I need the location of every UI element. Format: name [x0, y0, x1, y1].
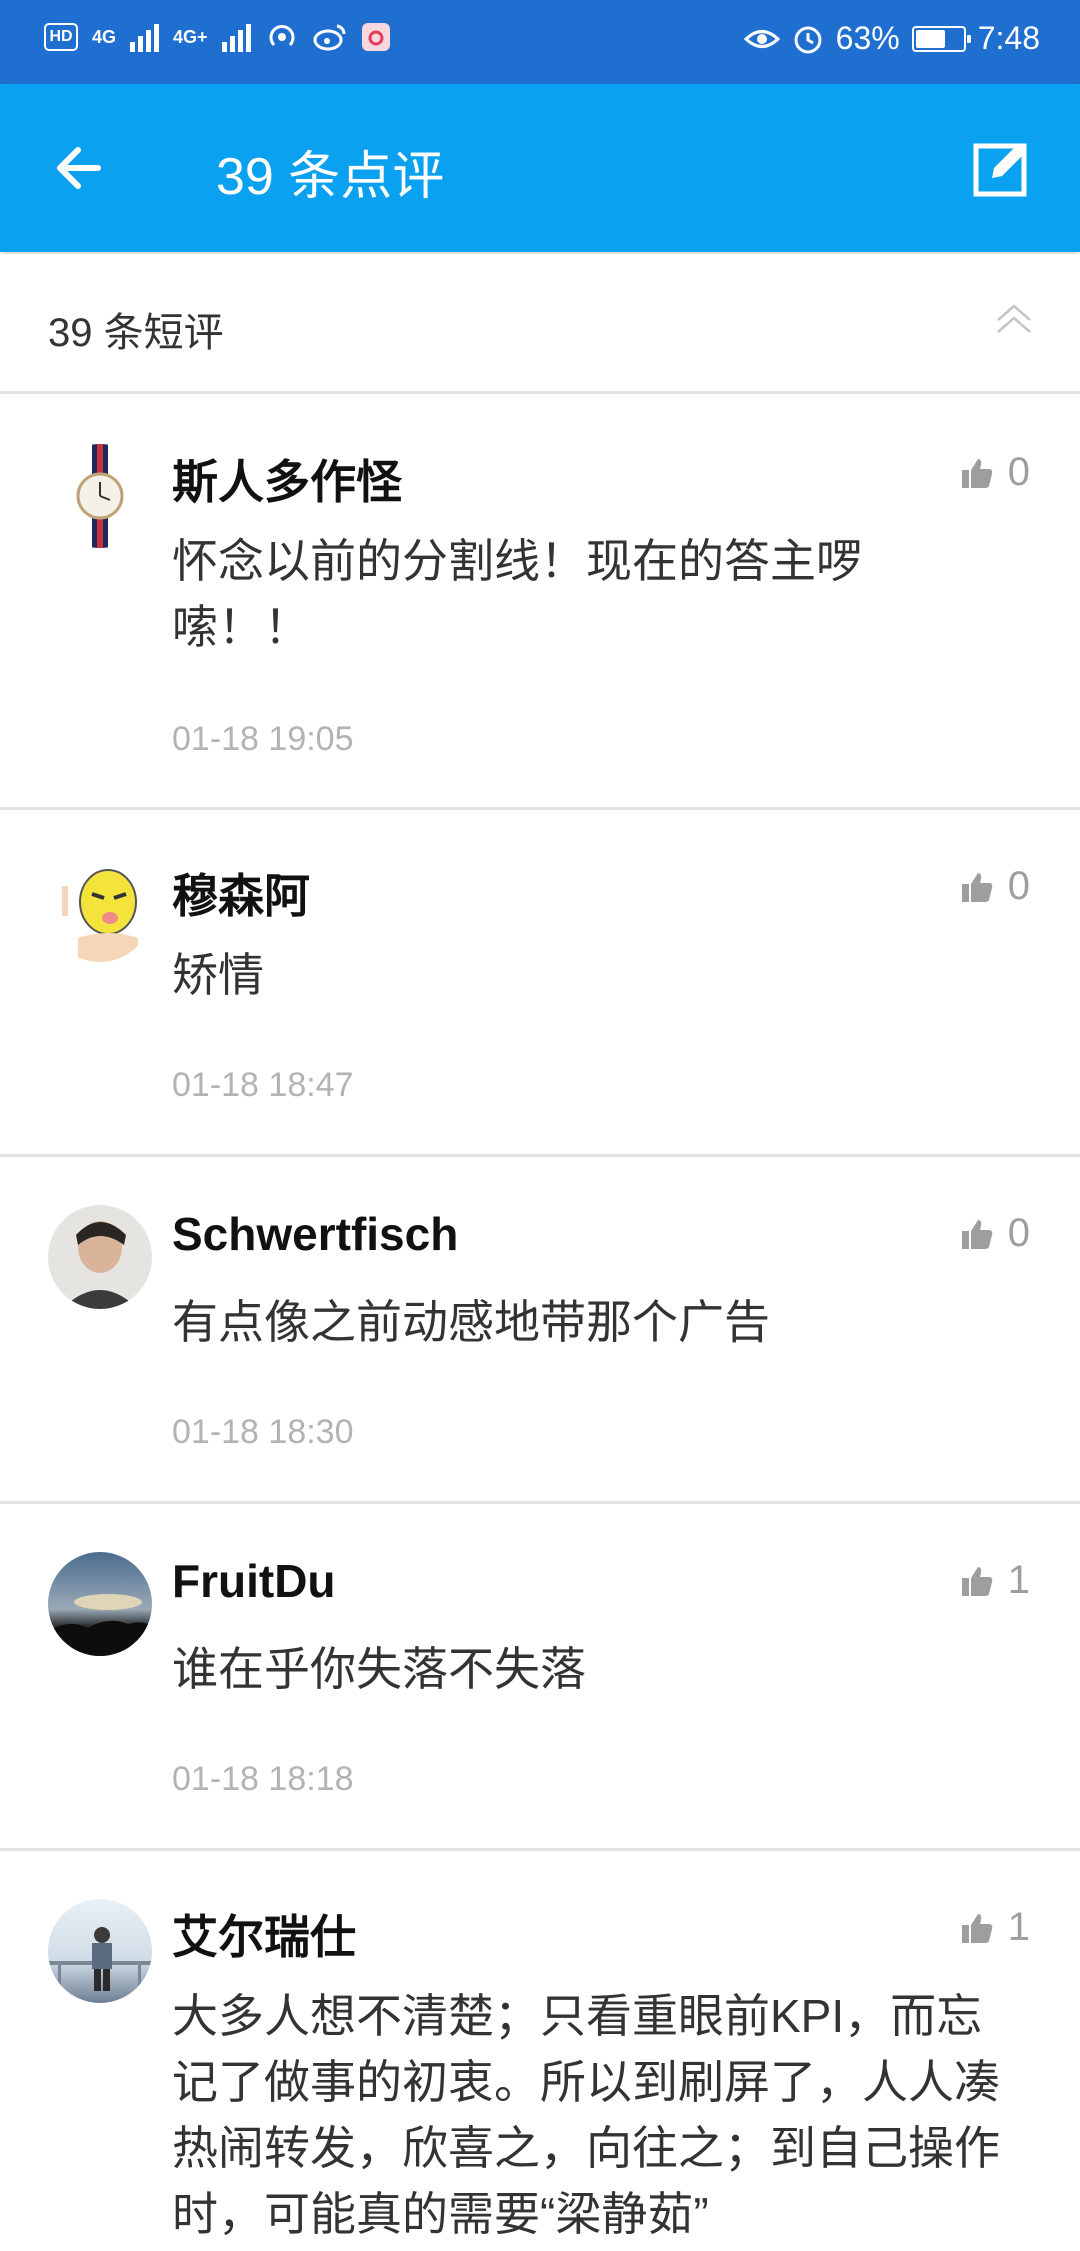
comment-time: 01-18 18:18: [172, 1760, 354, 1798]
eye-icon: [743, 29, 780, 48]
like-button[interactable]: 0: [960, 1211, 1030, 1256]
commenter-name[interactable]: FruitDu: [172, 1554, 336, 1608]
comment-time: 01-18 18:47: [172, 1066, 354, 1104]
write-review-button[interactable]: [970, 136, 1034, 200]
page-title: 39 条点评: [216, 148, 445, 206]
battery-icon: [911, 25, 971, 52]
commenter-name[interactable]: 斯人多作怪: [172, 446, 402, 512]
app-bar: 39 条点评: [0, 84, 1080, 252]
like-count: 0: [1007, 1211, 1030, 1255]
like-button[interactable]: 1: [960, 1905, 1030, 1950]
thumbs-up-icon: [961, 458, 992, 488]
edit-icon: [973, 143, 1027, 197]
commenter-name[interactable]: 穆森阿: [172, 860, 310, 926]
like-button[interactable]: 1: [960, 1558, 1030, 1603]
comment-text: 怀念以前的分割线！现在的答主啰嗦！！: [172, 535, 862, 653]
avatar[interactable]: [48, 1205, 152, 1309]
like-count: 1: [1007, 1558, 1030, 1602]
list-item: Schwertfisch 0 有点像之前动感地带那个广告 01-18 18:30: [0, 1157, 1080, 1504]
avatar[interactable]: [48, 1552, 152, 1656]
list-item: 艾尔瑞仕 1 大多人想不清楚；只看重眼前KPI，而忘记了做事的初衷。所以到刷屏了…: [0, 1851, 1080, 2251]
status-bar: HD 4G 4G+ 63% 7:48: [0, 0, 1080, 84]
like-button[interactable]: 0: [960, 450, 1030, 495]
hd-icon: HD: [44, 23, 78, 51]
comment-text: 谁在乎你失落不失落: [172, 1643, 586, 1695]
hotspot-icon: [269, 25, 295, 47]
arrow-left-icon: [57, 147, 101, 189]
weibo-icon: [313, 24, 346, 51]
like-button[interactable]: 0: [960, 864, 1030, 909]
status-right: 63% 7:48: [743, 20, 1040, 57]
comment-text: 矫情: [172, 949, 264, 1001]
commenter-name[interactable]: Schwertfisch: [172, 1207, 458, 1261]
short-review-header[interactable]: 39 条短评: [0, 254, 1080, 394]
thumbs-up-icon: [961, 1566, 992, 1596]
network-type-1: 4G: [92, 26, 117, 47]
avatar[interactable]: [48, 444, 152, 548]
signal-icon: [130, 22, 160, 52]
back-button[interactable]: [48, 136, 112, 200]
thumbs-up-icon: [961, 1219, 992, 1249]
network-type-2: 4G+: [173, 26, 208, 47]
comment-time: 01-18 18:30: [172, 1413, 354, 1451]
list-item: 斯人多作怪 0 怀念以前的分割线！现在的答主啰嗦！！ 01-18 19:05: [0, 396, 1080, 810]
status-left: HD 4G 4G+: [44, 20, 391, 54]
short-review-count: 39 条短评: [48, 311, 224, 355]
comment-text: 大多人想不清楚；只看重眼前KPI，而忘记了做事的初衷。所以到刷屏了，人人凑热闹转…: [172, 1990, 1000, 2240]
list-item: FruitDu 1 谁在乎你失落不失落 01-18 18:18: [0, 1504, 1080, 1851]
comment-time: 01-18 19:05: [172, 720, 354, 758]
chevron-up-double-icon[interactable]: [994, 300, 1034, 340]
avatar[interactable]: [48, 858, 152, 962]
comment-text: 有点像之前动感地带那个广告: [172, 1296, 770, 1348]
thumbs-up-icon: [961, 872, 992, 902]
avatar[interactable]: [48, 1899, 152, 2003]
like-count: 0: [1007, 864, 1030, 908]
comment-list: 斯人多作怪 0 怀念以前的分割线！现在的答主啰嗦！！ 01-18 19:05 穆…: [0, 396, 1080, 2251]
thumbs-up-icon: [961, 1913, 992, 1943]
alarm-icon: [794, 26, 822, 53]
clock: 7:48: [977, 20, 1040, 56]
commenter-name[interactable]: 艾尔瑞仕: [172, 1901, 356, 1967]
battery-percent: 63%: [835, 20, 900, 56]
like-count: 1: [1007, 1905, 1030, 1949]
signal-icon: [221, 22, 251, 52]
like-count: 0: [1007, 450, 1030, 494]
list-item: 穆森阿 0 矫情 01-18 18:47: [0, 810, 1080, 1157]
app-notification-icon: [361, 23, 390, 51]
